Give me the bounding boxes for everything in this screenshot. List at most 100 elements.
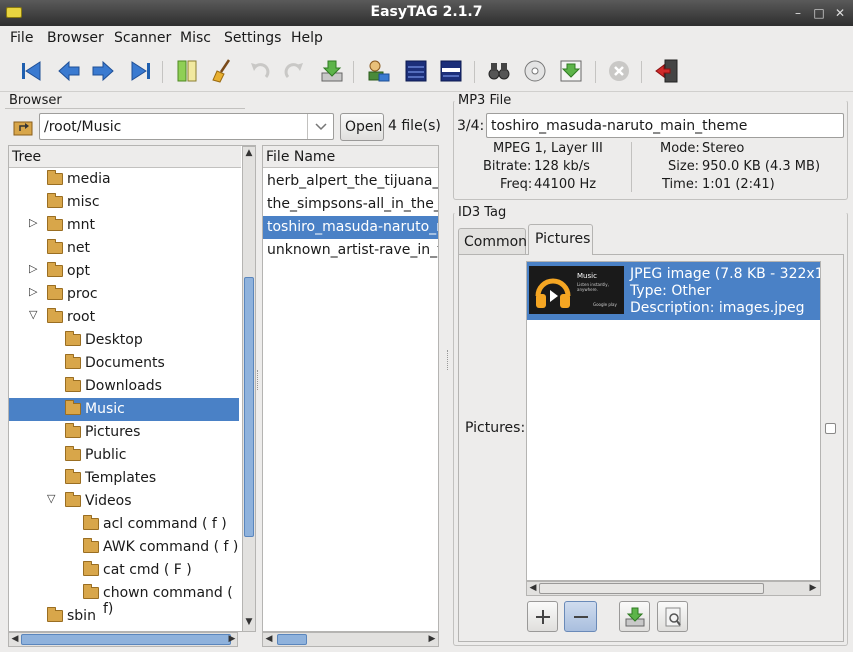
minimize-button[interactable]: –: [789, 4, 807, 22]
scanner-icon[interactable]: [364, 57, 392, 85]
menu-file[interactable]: File: [10, 30, 33, 46]
expander-expanded-icon[interactable]: ▽: [29, 308, 37, 321]
tree-horizontal-scrollbar[interactable]: ◀ ▶: [8, 632, 238, 647]
tree-item-mnt[interactable]: ▷ mnt: [9, 214, 239, 237]
redo-icon[interactable]: [280, 57, 308, 85]
size-value: 950.0 KB (4.3 MB): [702, 159, 821, 174]
file-index: 3/4:: [457, 118, 485, 134]
stop-icon[interactable]: [605, 57, 633, 85]
maximize-button[interactable]: □: [810, 4, 828, 22]
file-horizontal-scrollbar[interactable]: ◀ ▶: [262, 632, 439, 647]
previous-file-icon[interactable]: [55, 57, 83, 85]
path-combo[interactable]: /root/Music: [39, 113, 334, 140]
next-file-icon[interactable]: [89, 57, 117, 85]
folder-icon: [65, 377, 81, 392]
scroll-right-icon[interactable]: ▶: [227, 634, 237, 644]
tree-item-acl-command-f[interactable]: acl command ( f ): [9, 513, 239, 536]
tree-item-documents[interactable]: Documents: [9, 352, 239, 375]
pane-splitter-left[interactable]: [257, 370, 260, 390]
select-all-icon[interactable]: [173, 57, 201, 85]
file-name-header[interactable]: File Name: [263, 146, 438, 168]
chevron-down-icon: [315, 123, 327, 131]
tree-item-media[interactable]: media: [9, 168, 239, 191]
add-picture-button[interactable]: [527, 601, 558, 632]
tree-item-pictures[interactable]: Pictures: [9, 421, 239, 444]
remove-picture-button[interactable]: [564, 601, 597, 632]
path-dropdown-button[interactable]: [307, 114, 333, 139]
save-picture-button[interactable]: [619, 601, 650, 632]
tree-item-music[interactable]: Music: [9, 398, 239, 421]
tree-item-desktop[interactable]: Desktop: [9, 329, 239, 352]
undo-icon[interactable]: [246, 57, 274, 85]
tree-item-label: cat cmd ( F ): [103, 562, 192, 578]
tree-vertical-scrollbar[interactable]: ▲ ▼: [242, 146, 255, 631]
tree-item-label: misc: [67, 194, 100, 210]
menu-browser[interactable]: Browser: [47, 30, 104, 46]
tree-item-sbin[interactable]: sbin: [9, 605, 239, 628]
pictures-checkbox[interactable]: [825, 423, 836, 434]
plus-icon: [536, 610, 550, 624]
tree-hscroll-thumb[interactable]: [21, 634, 231, 645]
expander-collapsed-icon[interactable]: ▷: [29, 285, 37, 298]
scroll-left-icon[interactable]: ◀: [264, 634, 274, 644]
scroll-down-icon[interactable]: ▼: [243, 617, 255, 627]
open-button[interactable]: Open: [340, 113, 384, 141]
tab-common[interactable]: Common: [458, 228, 527, 254]
pane-splitter-right[interactable]: [447, 350, 450, 370]
tree-item-cat-cmd-f[interactable]: cat cmd ( F ): [9, 559, 239, 582]
file-row[interactable]: toshiro_masuda-naruto_main_theme: [263, 216, 438, 239]
tree-item-misc[interactable]: misc: [9, 191, 239, 214]
parent-folder-icon[interactable]: [12, 117, 34, 137]
tree-item-videos[interactable]: ▽ Videos: [9, 490, 239, 513]
pictures-hscroll-thumb[interactable]: [539, 583, 764, 594]
file-hscroll-thumb[interactable]: [277, 634, 307, 645]
tab-pictures[interactable]: Pictures: [528, 224, 593, 255]
file-row[interactable]: unknown_artist-rave_in_the_rain: [263, 239, 438, 262]
file-row[interactable]: herb_alpert_the_tijuana_brass: [263, 170, 438, 193]
first-file-icon[interactable]: [18, 57, 46, 85]
scroll-right-icon[interactable]: ▶: [808, 583, 818, 593]
picture-row[interactable]: Music Listen instantly, anywhere. Google…: [527, 262, 820, 320]
scroll-left-icon[interactable]: ◀: [528, 583, 538, 593]
last-file-icon[interactable]: [126, 57, 154, 85]
file-row[interactable]: the_simpsons-all_in_the_family: [263, 193, 438, 216]
search-binoculars-icon[interactable]: [485, 57, 513, 85]
file-count: 4 file(s): [388, 118, 441, 134]
tree-item-templates[interactable]: Templates: [9, 467, 239, 490]
artist-album-view-icon[interactable]: [437, 57, 465, 85]
tree-header[interactable]: Tree: [9, 146, 241, 168]
menu-help[interactable]: Help: [291, 30, 323, 46]
scroll-up-icon[interactable]: ▲: [243, 148, 255, 158]
write-playlist-icon[interactable]: [557, 57, 585, 85]
quit-icon[interactable]: [653, 57, 681, 85]
tree-item-downloads[interactable]: Downloads: [9, 375, 239, 398]
tree-item-awk-command-f[interactable]: AWK command ( f ): [9, 536, 239, 559]
filename-input[interactable]: toshiro_masuda-naruto_main_theme: [486, 113, 844, 138]
tree-item-net[interactable]: net: [9, 237, 239, 260]
tree-view-icon[interactable]: [402, 57, 430, 85]
thumbnail-brand: Google play: [593, 302, 617, 307]
file-name: the_simpsons-all_in_the_family: [267, 196, 438, 212]
scroll-right-icon[interactable]: ▶: [427, 634, 437, 644]
tree-item-root[interactable]: ▽ root: [9, 306, 239, 329]
tree-item-label: proc: [67, 286, 98, 302]
cd-icon[interactable]: [521, 57, 549, 85]
tree-item-opt[interactable]: ▷ opt: [9, 260, 239, 283]
tree-scroll-thumb[interactable]: [244, 277, 254, 537]
menu-settings[interactable]: Settings: [224, 30, 281, 46]
tree-item-chown-command-f[interactable]: chown command ( f): [9, 582, 239, 617]
pictures-horizontal-scrollbar[interactable]: ◀ ▶: [526, 581, 821, 596]
tree-item-public[interactable]: Public: [9, 444, 239, 467]
pictures-list[interactable]: Music Listen instantly, anywhere. Google…: [526, 261, 821, 581]
broom-icon[interactable]: [209, 57, 237, 85]
expander-collapsed-icon[interactable]: ▷: [29, 262, 37, 275]
tree-item-proc[interactable]: ▷ proc: [9, 283, 239, 306]
expander-expanded-icon[interactable]: ▽: [47, 492, 55, 505]
menu-scanner[interactable]: Scanner: [114, 30, 171, 46]
scroll-left-icon[interactable]: ◀: [10, 634, 20, 644]
close-window-button[interactable]: ✕: [831, 4, 849, 22]
picture-properties-button[interactable]: [657, 601, 688, 632]
expander-collapsed-icon[interactable]: ▷: [29, 216, 37, 229]
save-icon[interactable]: [318, 57, 346, 85]
menu-misc[interactable]: Misc: [180, 30, 211, 46]
